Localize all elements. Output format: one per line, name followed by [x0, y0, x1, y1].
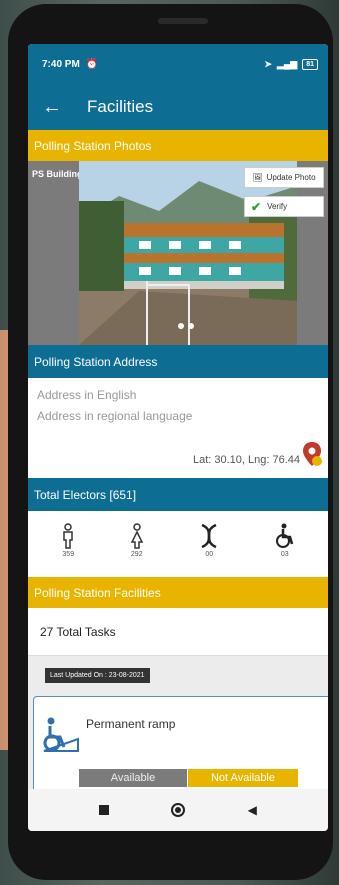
pwd-count: 03 [280, 551, 289, 558]
signal-icon: ▂▄▆ [276, 58, 298, 69]
location-icon: ➤ [264, 58, 272, 69]
total-tasks: 27 Total Tasks [28, 608, 328, 656]
facility-name: Permanent ramp [86, 717, 176, 731]
check-icon: ✔ [251, 199, 262, 214]
phone-frame: 7:40 PM ⏰ ➤ ▂▄▆ 81 ← Facilities Polling … [8, 4, 333, 880]
home-button[interactable] [171, 803, 186, 817]
available-button[interactable]: Available [79, 769, 187, 787]
address-panel: Address in English Address in regional l… [28, 378, 328, 478]
electors-row: 359 292 00 03 [28, 511, 328, 577]
update-photo-label: Update Photo [266, 173, 316, 182]
app-bar: ← Facilities [28, 84, 328, 130]
back-button[interactable]: ◀ [248, 803, 257, 817]
address-section-header: Polling Station Address [28, 345, 328, 378]
photos-section-header: Polling Station Photos [28, 130, 328, 161]
wheelchair-icon [275, 523, 293, 548]
third-gender-electors: 00 [198, 523, 220, 567]
recents-button[interactable] [99, 805, 110, 815]
not-available-button[interactable]: Not Available [188, 769, 298, 787]
male-icon [63, 523, 73, 549]
map-pin-icon[interactable] [302, 441, 322, 470]
system-nav-bar: ◀ [28, 789, 328, 831]
verify-label: Verify [267, 202, 288, 211]
status-icons: ➤ ▂▄▆ 81 [264, 58, 318, 70]
female-icon [130, 523, 143, 549]
photo-label: PS Building [32, 169, 83, 179]
address-regional-field[interactable]: Address in regional language [37, 409, 319, 423]
male-count: 359 [62, 551, 75, 558]
status-bar: 7:40 PM ⏰ ➤ ▂▄▆ 81 [28, 44, 328, 84]
address-english-field[interactable]: Address in English [37, 388, 319, 402]
page-title: Facilities [87, 97, 154, 116]
battery-icon: 81 [302, 58, 318, 70]
status-time: 7:40 PM [42, 58, 80, 70]
photo-icon: 🖼 [252, 173, 263, 182]
last-updated-badge: Last Updated On : 23-08-2021 [45, 668, 150, 683]
male-electors: 359 [61, 523, 75, 567]
back-arrow-icon[interactable]: ← [42, 96, 72, 119]
app-screen: 7:40 PM ⏰ ➤ ▂▄▆ 81 ← Facilities Polling … [28, 44, 328, 831]
facility-list: Last Updated On : 23-08-2021 Permanent r… [28, 656, 328, 806]
carousel-dot[interactable] [178, 323, 184, 329]
female-electors: 292 [130, 523, 144, 567]
carousel-dots [178, 323, 194, 329]
verify-button[interactable]: ✔ Verify [244, 196, 324, 217]
female-count: 292 [130, 551, 143, 558]
alarm-icon: ⏰ [85, 58, 99, 70]
building-photo [79, 161, 297, 345]
photo-carousel[interactable]: PS Building 🖼 Update Photo ✔ Verify [28, 161, 328, 345]
dna-icon [201, 523, 217, 549]
electors-section-header: Total Electors [651] [28, 478, 328, 511]
third-gender-count: 00 [205, 551, 214, 558]
update-photo-button[interactable]: 🖼 Update Photo [244, 167, 324, 188]
phone-speaker [158, 18, 208, 24]
ramp-icon [42, 717, 80, 758]
facilities-section-header: Polling Station Facilities [28, 577, 328, 608]
carousel-dot[interactable] [188, 323, 194, 329]
lat-lng-readout: Lat: 30.10, Lng: 76.44 [192, 454, 300, 466]
pwd-electors: 03 [275, 523, 295, 567]
